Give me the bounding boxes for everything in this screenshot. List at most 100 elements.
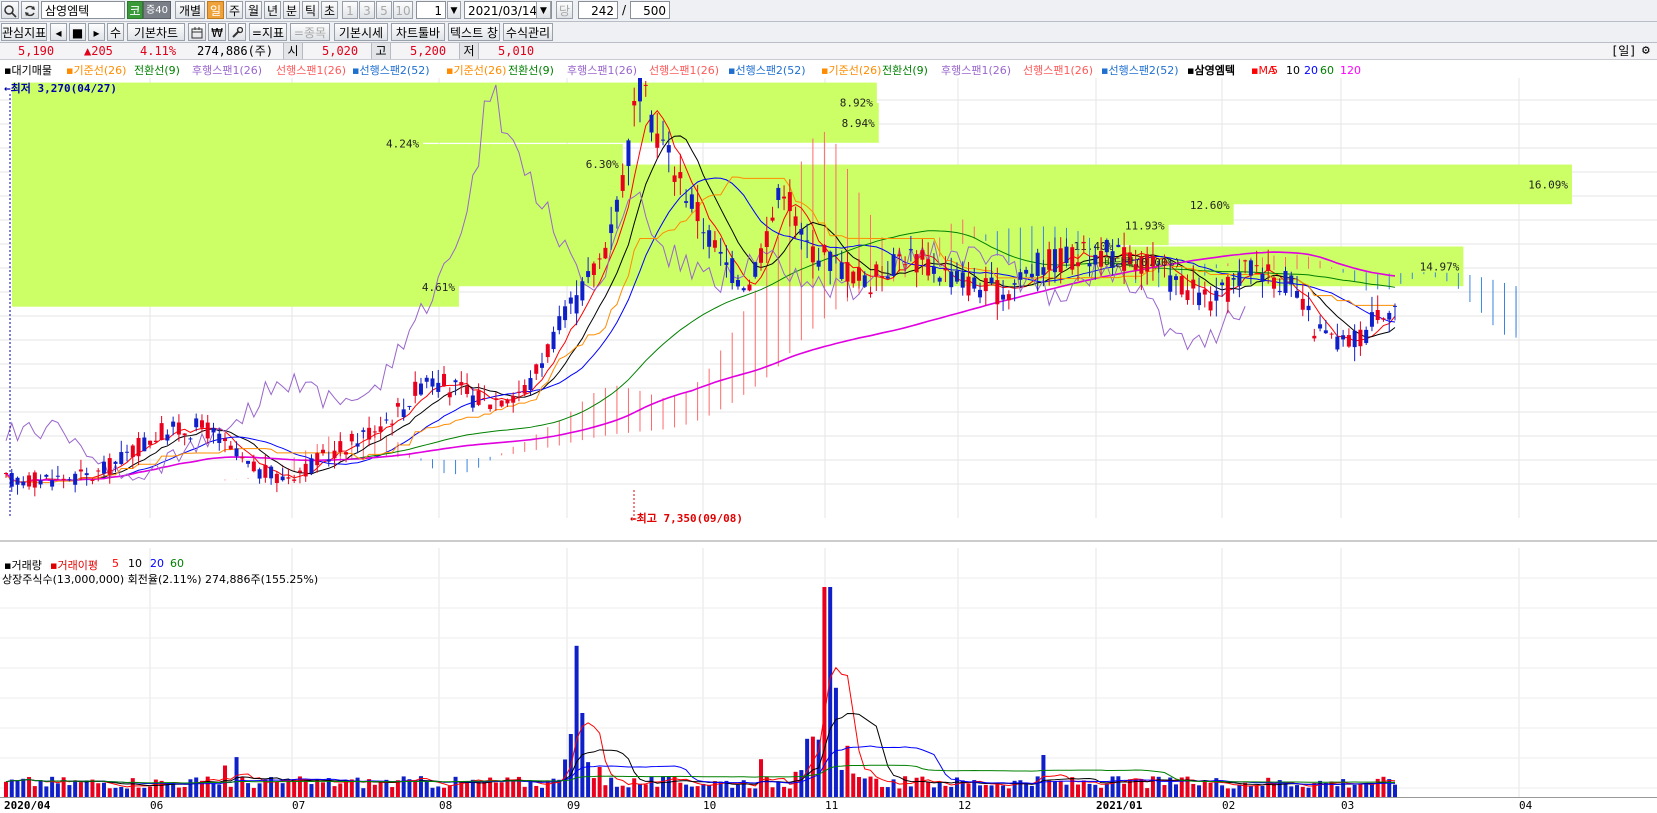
candle-body xyxy=(1295,291,1300,298)
gear-icon[interactable]: ⚙ xyxy=(1642,43,1650,58)
tab-tick[interactable]: 틱 xyxy=(302,1,319,19)
volume-bar xyxy=(182,786,187,797)
candle-body xyxy=(430,378,435,387)
legend-item[interactable]: 5 xyxy=(1271,63,1278,78)
legend-item[interactable]: 후행스팬1(26) xyxy=(941,63,1011,78)
interval-3[interactable]: 3 xyxy=(359,1,375,19)
tab-weekly[interactable]: 주 xyxy=(226,1,243,19)
candle-body xyxy=(747,284,752,291)
legend-item[interactable]: 전환선(9) xyxy=(134,63,180,78)
candle-body xyxy=(505,399,510,404)
overhang-label: 8.92% xyxy=(840,96,873,109)
refresh-icon[interactable] xyxy=(21,1,39,19)
stock-name-field[interactable]: 삼영엠텍 xyxy=(41,1,125,19)
volume-bar xyxy=(1006,788,1011,797)
nav-prev-button[interactable]: ◂ xyxy=(50,23,67,41)
add-indicator-button[interactable]: =지표 xyxy=(249,23,287,41)
volume-bar xyxy=(499,782,504,797)
interval-chevron-down-icon[interactable]: ▼ xyxy=(447,1,461,19)
volume-bar xyxy=(67,785,72,797)
legend-item[interactable]: 선행스팬1(26) xyxy=(1023,63,1093,78)
legend-item[interactable]: ▪선행스팬2(52) xyxy=(352,63,430,78)
legend-item[interactable]: 60 xyxy=(1320,63,1334,78)
candle-body xyxy=(1087,263,1092,267)
candle-body xyxy=(1289,275,1294,285)
volume-bar xyxy=(413,779,418,797)
watchlist-button[interactable]: 관심지표 xyxy=(1,23,47,41)
legend-item[interactable]: ▪대기매물 xyxy=(4,63,52,78)
chart-area[interactable]: 8.92%8.94%4.24%6.30%16.09%12.60%11.93%11… xyxy=(0,78,1657,797)
interval-input[interactable]: 1 xyxy=(416,1,446,19)
count-field[interactable]: 242 xyxy=(578,1,618,19)
candle-body xyxy=(176,422,181,435)
volume-ma-10: 10 xyxy=(128,557,142,570)
legend-item[interactable]: ▪기준선(26) xyxy=(446,63,506,78)
candle-body xyxy=(240,457,245,459)
wrench-icon[interactable] xyxy=(228,23,246,41)
legend-item[interactable]: 후행스팬1(26) xyxy=(192,63,262,78)
total-field[interactable]: 500 xyxy=(630,1,670,19)
basic-chart-button[interactable]: 기본차트 xyxy=(127,23,185,41)
legend-item[interactable]: 전환선(9) xyxy=(508,63,554,78)
tab-individual[interactable]: 개별 xyxy=(175,1,205,19)
volume-bar xyxy=(614,786,619,797)
tab-yearly[interactable]: 년 xyxy=(264,1,281,19)
candle-body xyxy=(805,240,810,242)
search-icon[interactable] xyxy=(1,1,19,19)
tab-second[interactable]: 초 xyxy=(321,1,338,19)
formula-button[interactable]: 수식관리 xyxy=(503,23,553,41)
interval-5[interactable]: 5 xyxy=(376,1,392,19)
candle-body xyxy=(1329,333,1334,335)
legend-item[interactable]: 선행스팬1(26) xyxy=(649,63,719,78)
legend-item[interactable]: ▪삼영엠텍 xyxy=(1187,63,1235,78)
legend-item[interactable]: 10 xyxy=(1286,63,1300,78)
candle-body xyxy=(50,480,55,487)
volume-bar xyxy=(649,776,654,797)
volume-bar xyxy=(1220,785,1225,797)
volume-bar xyxy=(1271,783,1276,797)
chart-toolbar-button[interactable]: 차트툴바 xyxy=(391,23,445,41)
legend-item[interactable]: ▪선행스팬2(52) xyxy=(1101,63,1179,78)
volume-bar xyxy=(1364,783,1369,797)
text-window-button[interactable]: 텍스트 창 xyxy=(448,23,500,41)
calendar-icon[interactable] xyxy=(188,23,206,41)
won-button[interactable]: ₩ xyxy=(208,23,226,41)
interval-1[interactable]: 1 xyxy=(342,1,358,19)
legend-item[interactable]: 선행스팬1(26) xyxy=(276,63,346,78)
tab-minute[interactable]: 분 xyxy=(283,1,300,19)
candle-body xyxy=(678,172,683,179)
tab-daily[interactable]: 일 xyxy=(207,1,224,19)
volume-bar xyxy=(983,784,988,797)
volume-bar xyxy=(21,778,26,797)
x-axis-label: 03 xyxy=(1341,799,1355,812)
volume-bar xyxy=(1381,776,1386,797)
legend-item[interactable]: ▪선행스팬2(52) xyxy=(728,63,806,78)
volume-bar xyxy=(730,787,735,797)
date-chevron-down-icon[interactable]: ▼ xyxy=(536,1,551,19)
candle-body xyxy=(1381,318,1386,320)
add-stock-button[interactable]: =종목 xyxy=(290,23,330,41)
volume-bar xyxy=(1254,785,1259,797)
candle-body xyxy=(591,263,596,276)
volume-bar xyxy=(1047,780,1052,797)
candle-body xyxy=(1346,335,1351,347)
candle-body xyxy=(1173,276,1178,280)
interval-10[interactable]: 10 xyxy=(393,1,413,19)
legend-item[interactable]: 20 xyxy=(1304,63,1318,78)
legend-item[interactable]: 전환선(9) xyxy=(882,63,928,78)
basic-quote-button[interactable]: 기본시세 xyxy=(334,23,388,41)
volume-bar xyxy=(995,783,1000,797)
nav-stop-button[interactable]: ■ xyxy=(69,23,86,41)
volume-bar xyxy=(678,782,683,797)
tab-monthly[interactable]: 월 xyxy=(245,1,262,19)
candle-body xyxy=(586,271,591,278)
nav-next-button[interactable]: ▸ xyxy=(88,23,105,41)
legend-item[interactable]: 후행스팬1(26) xyxy=(567,63,637,78)
ref-button[interactable]: 당 xyxy=(556,1,573,19)
legend-item[interactable]: ▪기준선(26) xyxy=(66,63,126,78)
adjust-button[interactable]: 수 xyxy=(107,23,124,41)
candle-body xyxy=(1041,267,1046,275)
legend-item[interactable]: 120 xyxy=(1340,63,1361,78)
candle-body xyxy=(1029,273,1034,278)
legend-item[interactable]: ▪기준선(26) xyxy=(821,63,881,78)
